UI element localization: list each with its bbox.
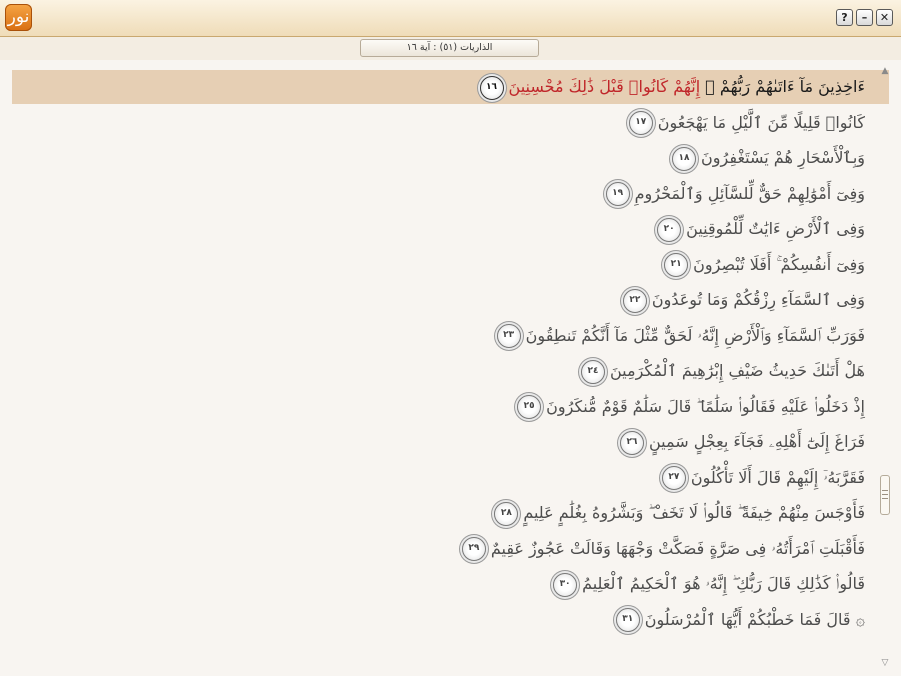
verse-text-lead: ءَاخِذِينَ مَآ ءَاتَىٰهُمْ رَبُّهُمْ ۚ [700,77,865,96]
verse-row[interactable]: هَلْ أَتَىٰكَ حَدِيثُ ضَيْفِ إِبْرَٰهِيم… [580,354,865,388]
scroll-down-icon[interactable]: ▽ [879,658,891,668]
ayah-number-badge: ٢٦ [619,430,644,455]
ayah-number-badge: ٢٩ [461,537,486,561]
verse-row[interactable]: فَأَقْبَلَتِ ٱمْرَأَتُهُۥ فِى صَرَّةٍ فَ… [461,532,865,566]
ayah-number-badge: ٣٠ [553,572,578,597]
verse-text: وَفِىٓ أَمْوَٰلِهِمْ حَقٌّ لِّلسَّآئِلِ … [634,183,865,203]
ayah-number-badge: ٢٣ [496,324,521,348]
verse-row[interactable]: وَفِى ٱلسَّمَآءِ رِزْقُكُمْ وَمَا تُوعَد… [622,283,865,317]
close-button[interactable]: ✕ [876,9,893,26]
ayah-number-badge: ٢٥ [517,395,542,419]
app-logo: نور [5,4,32,31]
scroll-up-icon[interactable]: ▲ [879,66,891,76]
verse-text: فَأَقْبَلَتِ ٱمْرَأَتُهُۥ فِى صَرَّةٍ فَ… [490,538,865,558]
scroll-thumb[interactable] [880,475,890,515]
verse-text: ۞ قَالَ فَمَا خَطْبُكُمْ أَيُّهَا ٱلْمُر… [644,609,865,629]
verse-row[interactable]: فَوَرَبِّ ٱلسَّمَآءِ وَٱلْأَرْضِ إِنَّهُ… [496,319,865,353]
ayah-number-badge: ٢٢ [622,288,647,313]
help-button[interactable]: ? [836,9,853,26]
verse-row[interactable]: فَرَاغَ إِلَىٰٓ أَهْلِهِۦ فَجَآءَ بِعِجْ… [619,425,865,459]
ayah-number-badge: ١٦ [479,75,504,100]
verse-text: ءَاخِذِينَ مَآ ءَاتَىٰهُمْ رَبُّهُمْ ۚ إ… [509,70,865,104]
verse-row[interactable]: كَانُوا۟ قَلِيلًا مِّنَ ٱلَّيْلِ مَا يَه… [628,106,865,140]
ayah-number-badge: ١٨ [672,146,697,171]
ayah-number-badge: ٢٠ [657,217,682,242]
verse-list: ءَاخِذِينَ مَآ ءَاتَىٰهُمْ رَبُّهُمْ ۚ إ… [0,60,901,676]
verse-row[interactable]: وَفِىٓ أَمْوَٰلِهِمْ حَقٌّ لِّلسَّآئِلِ … [605,177,865,211]
verse-text: فَقَرَّبَهُۥٓ إِلَيْهِمْ قَالَ أَلَا تَأ… [690,467,865,487]
verse-text: وَفِىٓ أَنفُسِكُمْ ۚ أَفَلَا تُبْصِرُونَ [693,254,865,274]
verse-text: وَبِٱلْأَسْحَارِ هُمْ يَسْتَغْفِرُونَ [701,148,865,167]
thumb-grip [882,490,888,491]
title-bar[interactable]: نور ? – ✕ [0,0,901,37]
verse-row[interactable]: وَفِى ٱلْأَرْضِ ءَايَٰتٌ لِّلْمُوقِنِينَ… [657,212,865,246]
ayah-number-badge: ٣١ [615,608,640,632]
verse-text: فَوَرَبِّ ٱلسَّمَآءِ وَٱلْأَرْضِ إِنَّهُ… [525,325,865,345]
verse-text: كَانُوا۟ قَلِيلًا مِّنَ ٱلَّيْلِ مَا يَه… [657,112,865,132]
verse-row[interactable]: فَأَوْجَسَ مِنْهُمْ خِيفَةً ۖ قَالُوا۟ ل… [494,496,865,530]
verse-row[interactable]: قَالُوا۟ كَذَٰلِكِ قَالَ رَبُّكِ ۖ إِنَّ… [553,567,865,601]
verse-text: فَرَاغَ إِلَىٰٓ أَهْلِهِۦ فَجَآءَ بِعِجْ… [648,432,865,451]
location-breadcrumb[interactable]: الذاريات (٥١) : آية ١٦ [360,39,539,57]
verse-row-selected[interactable]: ءَاخِذِينَ مَآ ءَاتَىٰهُمْ رَبُّهُمْ ۚ إ… [12,70,889,104]
thumb-grip [882,498,888,499]
ayah-number-badge: ١٩ [605,182,630,206]
verse-row[interactable]: ۞ قَالَ فَمَا خَطْبُكُمْ أَيُّهَا ٱلْمُر… [615,603,865,637]
verse-text: هَلْ أَتَىٰكَ حَدِيثُ ضَيْفِ إِبْرَٰهِيم… [609,361,865,380]
ayah-number-badge: ٢٨ [494,501,519,526]
verse-text: قَالُوا۟ كَذَٰلِكِ قَالَ رَبُّكِ ۖ إِنَّ… [582,574,865,593]
ayah-number-badge: ٢٧ [661,466,686,490]
ayah-number-badge: ٢١ [664,253,689,277]
verse-row[interactable]: إِذْ دَخَلُوا۟ عَلَيْهِ فَقَالُوا۟ سَلَٰ… [517,390,865,424]
minimize-button[interactable]: – [856,9,873,26]
window-controls: ? – ✕ [836,9,893,26]
verse-text: إِذْ دَخَلُوا۟ عَلَيْهِ فَقَالُوا۟ سَلَٰ… [546,396,865,416]
verse-row[interactable]: وَبِٱلْأَسْحَارِ هُمْ يَسْتَغْفِرُونَ١٨ [672,141,865,175]
thumb-grip [882,494,888,495]
verse-text: وَفِى ٱلْأَرْضِ ءَايَٰتٌ لِّلْمُوقِنِينَ [686,219,865,238]
vertical-scrollbar[interactable]: ▲ ▽ [879,66,891,670]
verse-row[interactable]: فَقَرَّبَهُۥٓ إِلَيْهِمْ قَالَ أَلَا تَأ… [661,461,865,495]
verse-text: وَفِى ٱلسَّمَآءِ رِزْقُكُمْ وَمَا تُوعَد… [651,290,865,309]
verse-row[interactable]: وَفِىٓ أَنفُسِكُمْ ۚ أَفَلَا تُبْصِرُونَ… [664,248,865,282]
ayah-number-badge: ١٧ [628,111,653,135]
ayah-number-badge: ٢٤ [580,359,605,384]
verse-text: فَأَوْجَسَ مِنْهُمْ خِيفَةً ۖ قَالُوا۟ ل… [523,503,865,522]
verse-text-highlight: إِنَّهُمْ كَانُوا۟ قَبْلَ ذَٰلِكَ مُحْسِ… [508,77,701,96]
